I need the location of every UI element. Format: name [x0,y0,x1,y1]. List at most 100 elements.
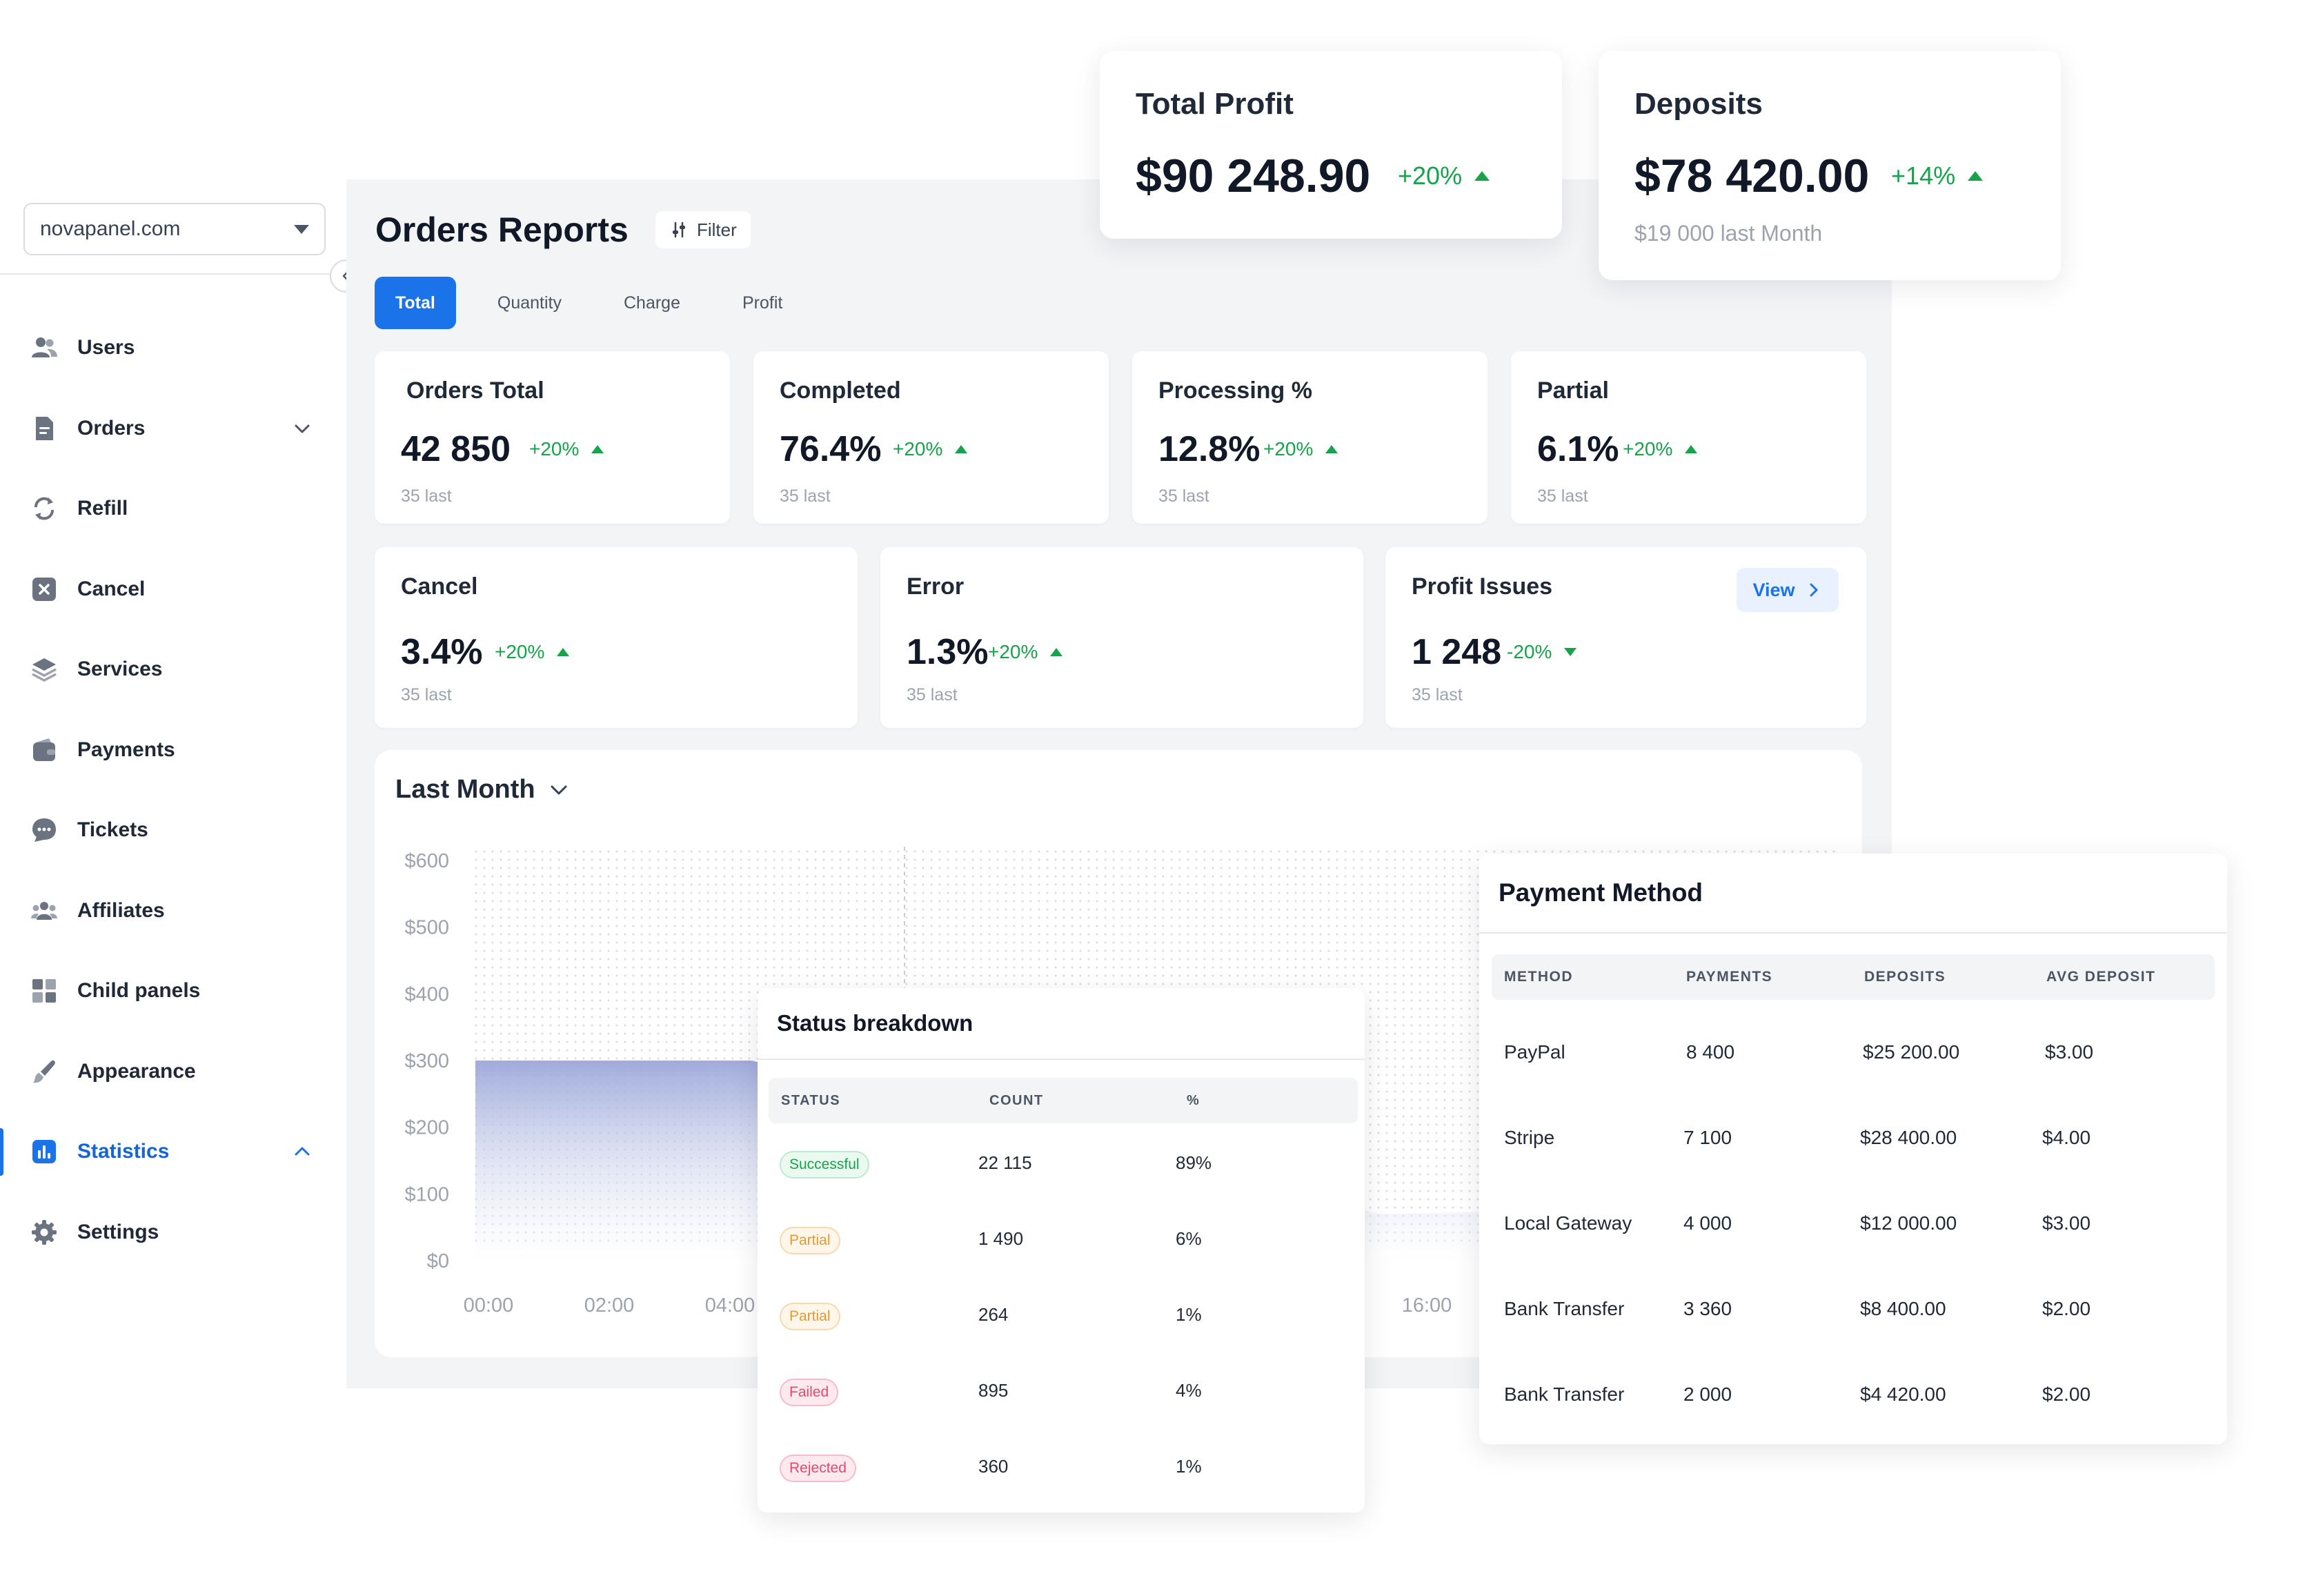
tab-quantity[interactable]: Quantity [477,277,582,329]
y-tick-label: $100 [404,1183,449,1205]
column-header: STATUS [781,1093,841,1108]
stat-title: Completed [780,377,901,404]
total-profit-card: Total Profit $90 248.90 +20% [1100,51,1562,239]
sidebar-item-settings[interactable]: Settings [0,1192,330,1273]
filter-button[interactable]: Filter [655,211,751,248]
bar-chart-icon [30,1138,58,1165]
stat-title: Partial [1537,377,1609,404]
count-cell: 895 [978,1380,1009,1401]
table-row: Bank Transfer 2 000 $4 420.00 $2.00 [1479,1352,2227,1437]
chevron-down-icon[interactable] [293,419,312,438]
column-header: METHOD [1504,969,1573,985]
page-title: Orders Reports [375,210,629,249]
y-tick-label: $500 [404,917,449,939]
stat-card-cancel: Cancel 3.4% +20% 35 last [375,547,858,728]
chevron-up-icon[interactable] [293,1142,312,1161]
trend-up-icon [1474,171,1490,181]
filter-label: Filter [697,219,737,240]
sidebar-item-orders[interactable]: Orders [0,388,330,469]
payment-table-header: METHOD PAYMENTS DEPOSITS AVG DEPOSIT [1492,954,2215,1000]
stat-title: Processing % [1158,377,1312,404]
stat-value: 42 850 [401,429,511,469]
payments-cell: 2 000 [1683,1383,1732,1405]
y-tick-label: $0 [427,1250,449,1272]
status-breakdown-panel: Status breakdown STATUS COUNT % Successf… [758,988,1365,1513]
y-tick-label: $200 [404,1117,449,1139]
view-button[interactable]: View [1737,568,1839,612]
stat-sub: 35 last [401,685,452,705]
sidebar-item-appearance[interactable]: Appearance [0,1032,330,1112]
percent-cell: 6% [1176,1228,1202,1249]
count-cell: 264 [978,1304,1009,1325]
panel-divider [758,1058,1365,1060]
stat-delta: -20% [1507,641,1577,663]
status-badge: Failed [780,1379,839,1406]
stat-value: 3.4% [401,632,483,672]
trend-up-icon [1968,171,1984,181]
deposits-cell: $25 200.00 [1863,1041,1960,1063]
total-profit-title: Total Profit [1136,87,1294,121]
sidebar-item-affiliates[interactable]: Affiliates [0,871,330,952]
status-badge: Successful [780,1151,869,1179]
deposits-cell: $28 400.00 [1860,1127,1957,1148]
sidebar-item-payments[interactable]: Payments [0,710,330,791]
stat-delta: +20% [495,641,570,663]
deposits-cell: $12 000.00 [1860,1212,1957,1234]
domain-select[interactable]: novapanel.com [23,203,326,255]
panel-divider [1479,932,2227,934]
table-row: Partial 1 490 6% [758,1201,1365,1277]
avg-deposit-cell: $2.00 [2042,1298,2091,1319]
stat-card-completed: Completed 76.4% +20% 35 last [753,351,1109,524]
y-tick-label: $400 [404,983,449,1005]
stat-sub: 35 last [1412,685,1463,705]
stat-card-error: Error 1.3% +20% 35 last [880,547,1363,728]
sidebar-item-child-panels[interactable]: Child panels [0,951,330,1032]
sidebar-item-users[interactable]: Users [0,308,330,388]
stat-title: Profit Issues [1412,573,1553,600]
percent-cell: 4% [1176,1380,1202,1401]
trend-up-icon [591,445,604,453]
method-cell: Stripe [1504,1127,1555,1148]
sidebar-item-cancel[interactable]: Cancel [0,549,330,630]
x-tick-label: 16:00 [1402,1294,1452,1317]
total-profit-value: $90 248.90 [1136,150,1371,202]
tab-total[interactable]: Total [375,277,456,329]
sidebar-item-label: Cancel [77,577,146,600]
trend-up-icon [1325,445,1338,453]
percent-cell: 1% [1176,1304,1202,1325]
sidebar-item-label: Statistics [77,1140,170,1163]
document-icon [30,415,58,442]
tab-charge[interactable]: Charge [603,277,701,329]
caret-down-icon [294,224,309,234]
sidebar-item-label: Child panels [77,979,201,1003]
tab-profit[interactable]: Profit [722,277,803,329]
trend-up-icon [1685,445,1698,453]
sidebar-item-tickets[interactable]: Tickets [0,790,330,871]
column-header: % [1187,1093,1200,1108]
payments-cell: 4 000 [1683,1212,1732,1234]
method-cell: Bank Transfer [1504,1383,1625,1405]
avg-deposit-cell: $4.00 [2042,1127,2091,1148]
payments-cell: 8 400 [1686,1041,1735,1063]
sidebar-item-services[interactable]: Services [0,629,330,710]
deposits-delta: +14% [1891,161,1984,190]
stat-sub: 35 last [907,685,958,705]
method-cell: Bank Transfer [1504,1298,1625,1319]
sidebar-item-statistics[interactable]: Statistics [0,1112,330,1192]
method-cell: Local Gateway [1504,1212,1632,1234]
column-header: AVG DEPOSIT [2046,969,2156,985]
sidebar-nav: Users Orders Refill Cancel Services Paym… [0,308,330,1272]
chevron-right-icon [1810,583,1818,597]
y-tick-label: $300 [404,1050,449,1072]
sidebar-item-label: Refill [77,497,128,520]
percent-cell: 1% [1176,1456,1202,1477]
sidebar-item-refill[interactable]: Refill [0,469,330,549]
payment-method-title: Payment Method [1499,878,1703,907]
percent-cell: 89% [1176,1152,1212,1173]
deposits-card: Deposits $78 420.00 +14% $19 000 last Mo… [1599,51,2061,280]
table-row: PayPal 8 400 $25 200.00 $3.00 [1479,1009,2227,1095]
status-table-header: STATUS COUNT % [769,1078,1358,1123]
count-cell: 360 [978,1456,1009,1477]
deposits-cell: $8 400.00 [1860,1298,1946,1319]
column-header: DEPOSITS [1864,969,1946,985]
